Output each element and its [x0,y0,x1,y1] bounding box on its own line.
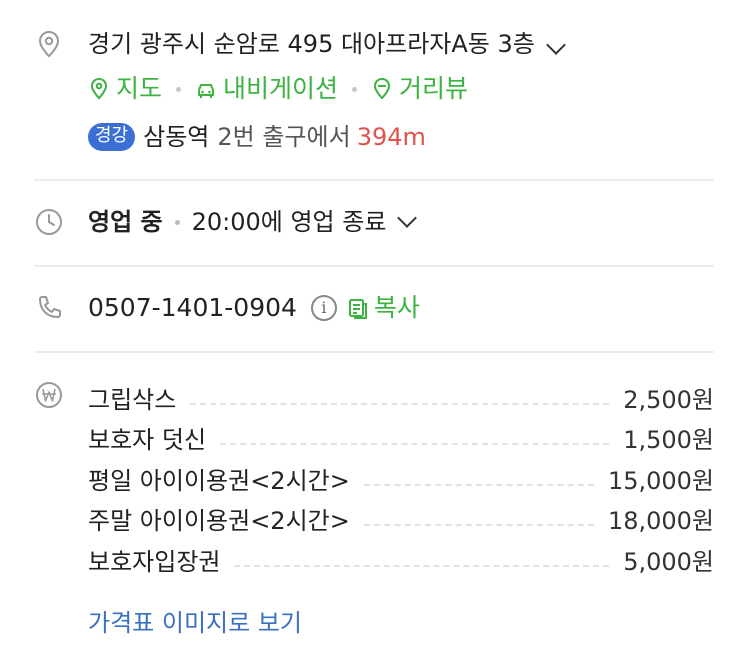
address-line[interactable]: 경기 광주시 순암로 495 대아프라자A동 3층 [88,29,566,59]
price-item-value: 5,000원 [623,547,714,576]
navigation-link[interactable]: 내비게이션 [195,72,338,106]
separator-dot [352,86,358,92]
subway-info: 경강 삼동역 2번 출구에서 394m [88,120,426,154]
phone-row: 0507-1401-0904 i 복사 [88,291,420,325]
car-icon [198,84,215,98]
copy-label: 복사 [373,293,420,322]
subway-station: 삼동역 [143,123,210,151]
price-image-link[interactable]: 가격표 이미지로 보기 [88,606,302,640]
price-item: 주말 아이이용권<2시간> 18,000원 [88,498,714,539]
dotted-leader [234,564,610,567]
dotted-leader [363,524,594,526]
divider [34,265,714,267]
subway-distance: 394m [356,123,426,151]
divider [34,351,714,353]
map-pin-icon [90,77,108,100]
phone-icon [34,293,64,323]
price-item-value: 2,500원 [623,385,714,414]
separator-dot [174,219,180,225]
price-item-value: 18,000원 [607,507,714,535]
price-item-name: 주말 아이이용권<2시간> [88,507,350,535]
price-item-name: 그립삭스 [88,385,177,414]
copy-icon [348,299,367,319]
copy-button[interactable]: 복사 [347,291,420,325]
street-view-link[interactable]: 거리뷰 [371,72,468,106]
price-item: 보호자 덧신 1,500원 [88,417,714,458]
navigation-link-label: 내비게이션 [223,74,339,103]
divider [34,179,714,181]
price-item-value: 1,500원 [623,426,714,454]
map-link[interactable]: 지도 [88,72,162,106]
street-view-icon [374,77,391,100]
price-item: 그립삭스 2,500원 [88,376,714,417]
address-text: 경기 광주시 순암로 495 대아프라자A동 3층 [88,30,535,58]
map-link-label: 지도 [116,74,163,103]
dotted-leader [220,443,610,445]
address-links: 지도 내비게이션 거리뷰 [88,72,468,106]
chevron-down-icon[interactable] [397,208,418,228]
price-item: 평일 아이이용권<2시간> 15,000원 [88,457,714,498]
info-icon[interactable]: i [310,295,337,321]
chevron-down-icon[interactable] [545,35,566,55]
price-item: 보호자입장권 5,000원 [88,538,714,579]
location-pin-icon [34,29,64,59]
business-status: 영업 중 [88,208,163,236]
subway-exit: 2번 출구에서 [217,123,351,151]
won-icon [34,380,64,410]
dotted-leader [363,483,594,486]
subway-line-badge: 경강 [88,123,136,151]
clock-icon [34,207,64,237]
street-view-link-label: 거리뷰 [399,74,469,103]
separator-dot [176,86,182,92]
price-item-name: 보호자 덧신 [88,426,207,454]
business-hours[interactable]: 영업 중 20:00에 영업 종료 [88,205,418,239]
price-item-name: 보호자입장권 [88,547,221,576]
business-hours-detail: 20:00에 영업 종료 [191,208,387,236]
price-item-value: 15,000원 [607,466,714,495]
price-list: 그립삭스 2,500원 보호자 덧신 1,500원 평일 아이이용권<2시간> … [88,376,714,579]
price-item-name: 평일 아이이용권<2시간> [88,466,350,495]
phone-number[interactable]: 0507-1401-0904 [88,291,297,325]
dotted-leader [190,402,610,405]
